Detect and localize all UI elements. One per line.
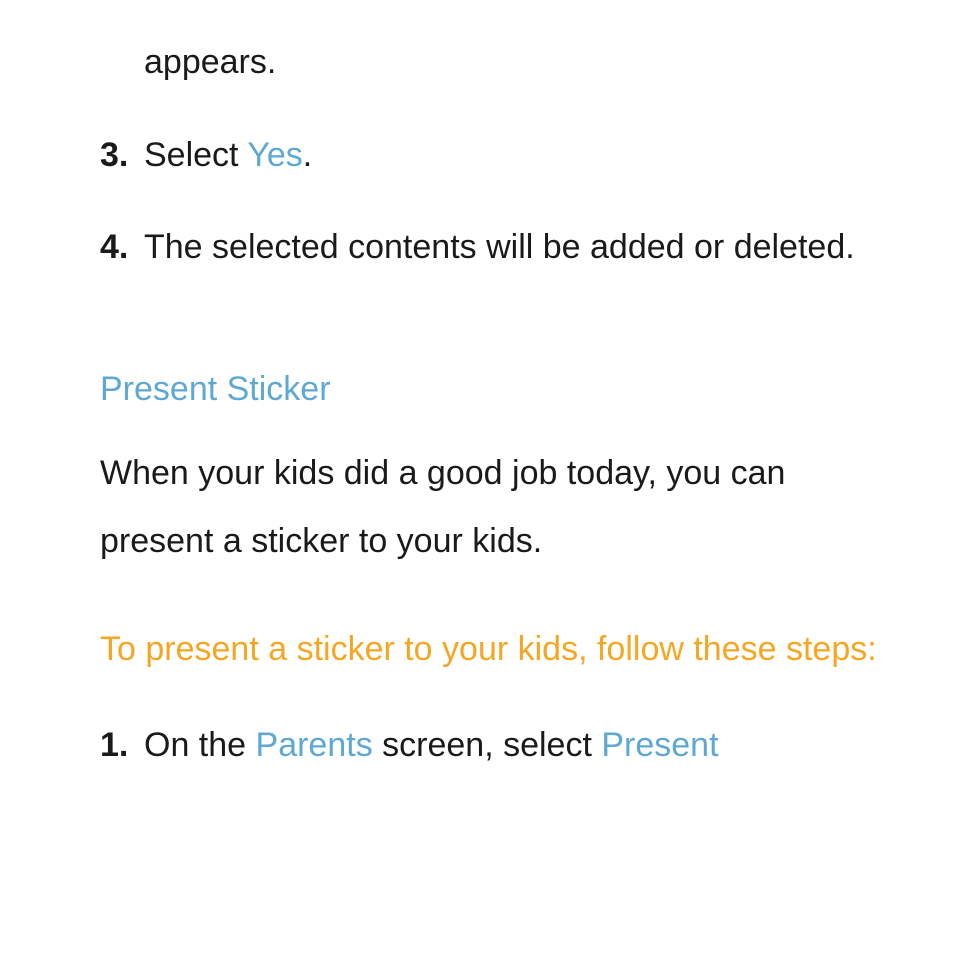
step-text: The selected contents will be added or d… — [144, 215, 894, 280]
continuation-fragment: appears. — [144, 30, 894, 95]
ordered-step-3: 3. Select Yes. — [100, 123, 894, 188]
keyword-parents: Parents — [256, 726, 373, 764]
text-prefix: On the — [144, 726, 256, 764]
document-content: appears. 3. Select Yes. 4. The selected … — [0, 0, 954, 777]
fragment-text: appears. — [144, 43, 276, 81]
instruction-lead: To present a sticker to your kids, follo… — [100, 615, 894, 683]
text-suffix: . — [303, 136, 312, 174]
step-number: 4. — [100, 215, 134, 280]
section-body: When your kids did a good job today, you… — [100, 439, 894, 575]
section-heading: Present Sticker — [100, 370, 894, 409]
keyword-present: Present — [601, 726, 718, 764]
text-mid: screen, select — [373, 726, 602, 764]
step-text: On the Parents screen, select Present — [144, 713, 894, 778]
ordered-step-4: 4. The selected contents will be added o… — [100, 215, 894, 280]
step-number: 3. — [100, 123, 134, 188]
ordered-step-1: 1. On the Parents screen, select Present — [100, 713, 894, 778]
step-number: 1. — [100, 713, 134, 778]
keyword-yes: Yes — [247, 136, 302, 174]
step-text: Select Yes. — [144, 123, 894, 188]
text-prefix: Select — [144, 136, 247, 174]
